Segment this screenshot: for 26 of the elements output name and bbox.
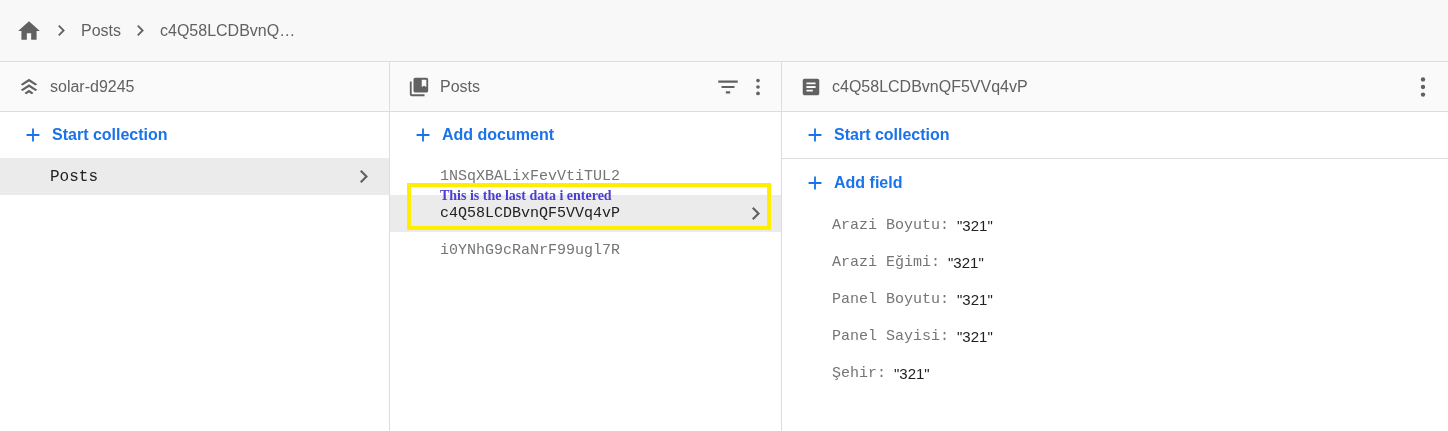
field-name: Panel Boyutu: xyxy=(832,291,950,308)
field-value: "321" xyxy=(894,365,930,382)
panel-title: solar-d9245 xyxy=(50,77,136,96)
field-name: Panel Sayisi: xyxy=(832,328,950,345)
breadcrumb-link[interactable]: Posts xyxy=(81,21,121,40)
chevron-icon xyxy=(360,170,368,183)
chevron-icon xyxy=(752,207,760,220)
chevron-icon xyxy=(137,25,144,36)
field-name: Arazi Boyutu: xyxy=(832,217,950,234)
panel-title: c4Q58LCDBvnQF5VVq4vP xyxy=(832,77,1029,96)
field-name: Şehir: xyxy=(832,365,886,382)
breadcrumb-link[interactable]: c4Q58LCDBvnQ… xyxy=(160,21,296,40)
field-value: "321" xyxy=(948,254,984,271)
field-value: "321" xyxy=(957,291,993,308)
action-button[interactable]: Add document xyxy=(410,120,556,150)
field-name: Arazi Eğimi: xyxy=(832,254,941,271)
list-item[interactable]: i0YNhG9cRaNrF99ugl7R xyxy=(390,232,781,269)
panel-title: Posts xyxy=(440,77,481,96)
action-button[interactable]: Add field xyxy=(802,168,905,198)
action-button[interactable]: Start collection xyxy=(802,120,952,150)
chevron-icon xyxy=(58,25,65,36)
field-value: "321" xyxy=(957,217,993,234)
action-button[interactable]: Start collection xyxy=(20,120,170,150)
list-item[interactable]: Posts xyxy=(0,158,389,195)
collection-icon xyxy=(408,75,430,98)
field-value: "321" xyxy=(957,328,993,345)
